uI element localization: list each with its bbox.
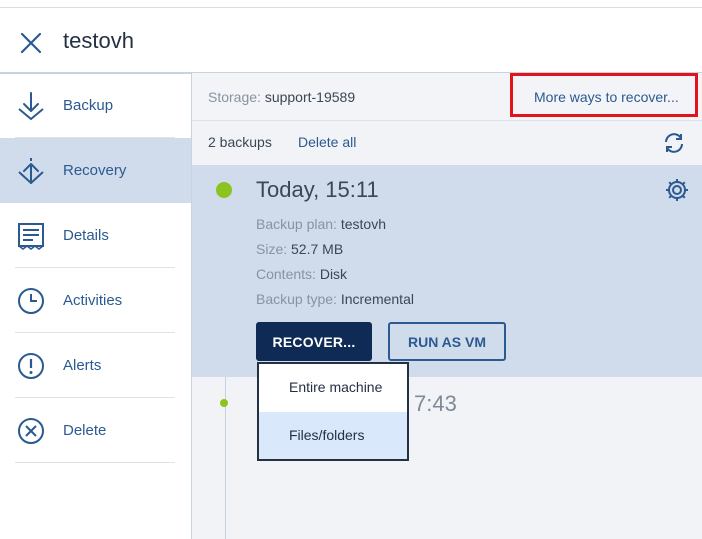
sidebar-item-details[interactable]: Details (0, 203, 191, 268)
sidebar-item-delete[interactable]: Delete (0, 398, 191, 463)
backup-type-key: Backup type: (256, 291, 337, 307)
recover-dropdown-menu: Entire machine Files/folders (257, 362, 409, 461)
details-icon (15, 221, 47, 251)
recover-button[interactable]: RECOVER... (256, 322, 372, 361)
backup-count: 2 backups (208, 134, 272, 150)
storage-key: Storage: (208, 89, 261, 105)
refresh-icon[interactable] (662, 131, 686, 155)
header: testovh (0, 8, 702, 73)
sidebar: Backup Recovery Details Activities Alert… (0, 73, 192, 539)
run-as-vm-button[interactable]: RUN AS VM (388, 322, 506, 361)
menu-item-files-folders[interactable]: Files/folders (259, 412, 407, 459)
backup-plan-value: testovh (340, 216, 386, 232)
recovery-icon (15, 156, 47, 186)
sidebar-item-label: Recovery (63, 162, 127, 179)
size-key: Size: (256, 241, 288, 257)
backup-item[interactable]: Today, 15:11 Backup plan: testovh Size: … (192, 165, 702, 377)
page-title: testovh (63, 28, 134, 53)
sidebar-item-activities[interactable]: Activities (0, 268, 191, 333)
delete-icon (15, 416, 47, 446)
more-ways-link[interactable]: More ways to recover... (534, 89, 679, 105)
app-window: testovh Backup Recovery Details Activiti… (0, 0, 702, 539)
alert-icon (15, 351, 47, 381)
sidebar-item-label: Alerts (63, 357, 102, 374)
sidebar-item-label: Backup (63, 97, 114, 114)
backup-type-value: Incremental (340, 291, 414, 307)
sidebar-item-alerts[interactable]: Alerts (0, 333, 191, 398)
sidebar-item-recovery[interactable]: Recovery (0, 138, 191, 203)
backup-time: Today, 15:11 (256, 177, 379, 202)
main-panel: Storage: support-19589 More ways to reco… (192, 73, 702, 539)
older-backup-time[interactable]: 7:43 (414, 391, 457, 417)
close-icon[interactable] (16, 28, 46, 58)
status-dot (216, 182, 232, 198)
backup-plan-row: Backup plan: testovh (256, 216, 386, 232)
contents-row: Contents: Disk (256, 266, 347, 282)
size-value: 52.7 MB (291, 241, 344, 257)
size-row: Size: 52.7 MB (256, 241, 343, 257)
sidebar-item-backup[interactable]: Backup (0, 73, 191, 138)
delete-all-link[interactable]: Delete all (298, 134, 356, 150)
divider (15, 462, 175, 463)
more-ways-highlight: More ways to recover... (510, 73, 698, 117)
menu-item-label: Entire machine (289, 379, 383, 395)
backups-toolbar: 2 backups Delete all (192, 122, 702, 165)
sidebar-item-label: Details (63, 227, 109, 244)
backup-plan-key: Backup plan: (256, 216, 337, 232)
menu-item-label: Files/folders (289, 427, 365, 443)
backup-type-row: Backup type: Incremental (256, 291, 414, 307)
gear-icon[interactable] (664, 177, 690, 203)
sidebar-item-label: Delete (63, 422, 107, 439)
contents-value: Disk (319, 266, 348, 282)
menu-item-entire-machine[interactable]: Entire machine (259, 364, 407, 411)
status-dot (220, 399, 228, 407)
clock-icon (15, 286, 47, 316)
storage-value: support-19589 (264, 89, 356, 105)
backup-icon (15, 91, 47, 121)
contents-key: Contents: (256, 266, 316, 282)
sidebar-item-label: Activities (63, 292, 123, 309)
storage-label: Storage: support-19589 (208, 89, 355, 105)
storage-bar: Storage: support-19589 More ways to reco… (192, 73, 702, 121)
